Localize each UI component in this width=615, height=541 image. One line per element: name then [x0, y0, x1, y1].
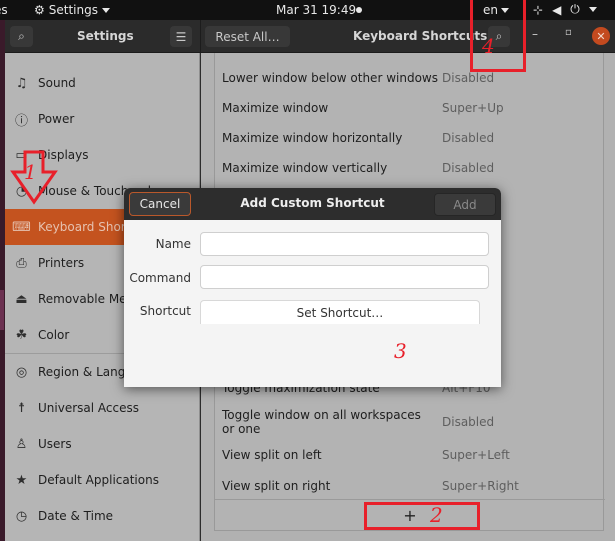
- clock[interactable]: Mar 31 19:49: [276, 3, 356, 17]
- sidebar-item-power[interactable]: ⓘ Power: [5, 101, 200, 137]
- chevron-down-icon: [588, 7, 597, 12]
- name-input[interactable]: [200, 232, 489, 256]
- settings-gear-icon: ⚙: [34, 3, 45, 17]
- page-title: Keyboard Shortcuts: [353, 29, 488, 43]
- add-custom-shortcut-dialog: Cancel Add Custom Shortcut Add Name Comm…: [124, 188, 501, 387]
- annotation-box-4: [470, 0, 526, 72]
- shortcut-row[interactable]: Maximize window vertically Disabled: [222, 161, 602, 175]
- annotation-box-2: [364, 502, 480, 530]
- shortcut-action: View split on right: [222, 479, 331, 493]
- shortcut-accel: Disabled: [442, 71, 495, 85]
- header-divider: [200, 20, 201, 53]
- activities-button[interactable]: es: [0, 3, 8, 17]
- minimize-button[interactable]: –: [532, 27, 538, 41]
- star-icon: ★: [15, 472, 28, 488]
- shortcut-accel: Super+Right: [442, 479, 519, 493]
- sidebar-item-sound[interactable]: ♫ Sound: [5, 65, 200, 101]
- shortcut-row[interactable]: Maximize window Super+Up: [222, 101, 602, 115]
- music-note-icon: ♫: [15, 75, 28, 91]
- maximize-button[interactable]: ▫: [565, 27, 572, 38]
- dialog-header: Cancel Add Custom Shortcut Add: [124, 188, 501, 220]
- shortcut-action: View split on left: [222, 448, 322, 462]
- notification-dot-icon: [356, 7, 362, 13]
- shortcut-accel: Disabled: [442, 161, 495, 175]
- command-label: Command: [129, 271, 191, 285]
- volume-icon: ◀: [552, 2, 562, 17]
- sidebar-item-label: Default Applications: [38, 473, 159, 487]
- printer-icon: ⎙: [16, 255, 27, 271]
- app-menu[interactable]: ⚙ Settings: [34, 3, 110, 17]
- chevron-down-icon: [101, 7, 110, 13]
- sidebar-item-label: Printers: [38, 256, 85, 270]
- search-icon: ⌕: [18, 29, 25, 43]
- shortcut-accel: Disabled: [442, 131, 495, 145]
- set-shortcut-button[interactable]: Set Shortcut…: [200, 300, 480, 324]
- shortcut-accel: Super+Up: [442, 101, 504, 115]
- network-icon: ⊹: [533, 2, 544, 17]
- sidebar-item-label: Sound: [38, 76, 76, 90]
- color-icon: ☘: [15, 327, 28, 343]
- shortcut-action: Maximize window: [222, 101, 329, 115]
- shortcut-action: Maximize window horizontally: [222, 131, 403, 145]
- sidebar-item-default-applications[interactable]: ★ Default Applications: [5, 462, 200, 498]
- sidebar-item-label: Date & Time: [38, 509, 114, 523]
- shortcut-action: Maximize window vertically: [222, 161, 388, 175]
- annotation-step-4: 4: [482, 34, 495, 58]
- shortcut-action: Lower window below other windows: [222, 71, 438, 85]
- keyboard-icon: ⌨: [12, 219, 31, 235]
- shortcut-label: Shortcut: [139, 304, 191, 318]
- shortcut-accel: Super+Left: [442, 448, 510, 462]
- power-icon: ⓘ: [14, 113, 28, 129]
- hamburger-menu-button[interactable]: ☰: [170, 26, 192, 47]
- globe-icon: ◎: [15, 364, 28, 380]
- user-icon: ♙: [15, 436, 28, 452]
- sidebar-item-label: Color: [38, 328, 70, 342]
- annotation-step-2: 2: [430, 503, 443, 527]
- sidebar-title: Settings: [77, 29, 134, 43]
- accessibility-icon: ☨: [17, 400, 26, 416]
- removable-media-icon: ⏏: [15, 291, 28, 307]
- dock-indicator: [0, 290, 4, 330]
- shortcut-action: Toggle window on all workspaces or one: [222, 408, 421, 436]
- system-menu[interactable]: ⊹ ◀ ⏻: [533, 2, 597, 17]
- sidebar-item-label: Power: [38, 112, 75, 126]
- sidebar-item-label: Universal Access: [38, 401, 139, 415]
- search-button[interactable]: ⌕: [10, 26, 33, 47]
- app-menu-label: Settings: [48, 3, 98, 17]
- command-input[interactable]: [200, 265, 489, 289]
- shortcut-row[interactable]: View split on left Super+Left: [222, 448, 602, 462]
- shortcut-row[interactable]: Lower window below other windows Disable…: [222, 71, 602, 85]
- sidebar-item-users[interactable]: ♙ Users: [5, 426, 200, 462]
- sidebar-item-label: Users: [38, 437, 72, 451]
- sidebar-item-date-time[interactable]: ◷ Date & Time: [5, 498, 200, 534]
- annotation-step-1: 1: [24, 160, 37, 184]
- shortcut-accel: Disabled: [442, 415, 495, 429]
- shortcut-row[interactable]: View split on right Super+Right: [222, 479, 602, 493]
- close-button[interactable]: ✕: [592, 27, 610, 45]
- clock-icon: ◷: [15, 508, 28, 524]
- annotation-step-3: 3: [394, 339, 407, 363]
- shortcut-row[interactable]: Toggle window on all workspaces or one D…: [222, 408, 494, 436]
- reset-all-label: Reset All…: [215, 29, 280, 44]
- close-icon: ✕: [596, 29, 606, 43]
- reset-all-button[interactable]: Reset All…: [205, 26, 290, 47]
- add-button[interactable]: Add: [434, 193, 496, 216]
- power-icon: ⏻: [570, 2, 580, 16]
- menu-icon: ☰: [175, 29, 187, 44]
- sidebar-item-universal-access[interactable]: ☨ Universal Access: [5, 390, 200, 426]
- shortcut-row[interactable]: Maximize window horizontally Disabled: [222, 131, 602, 145]
- name-label: Name: [155, 237, 191, 251]
